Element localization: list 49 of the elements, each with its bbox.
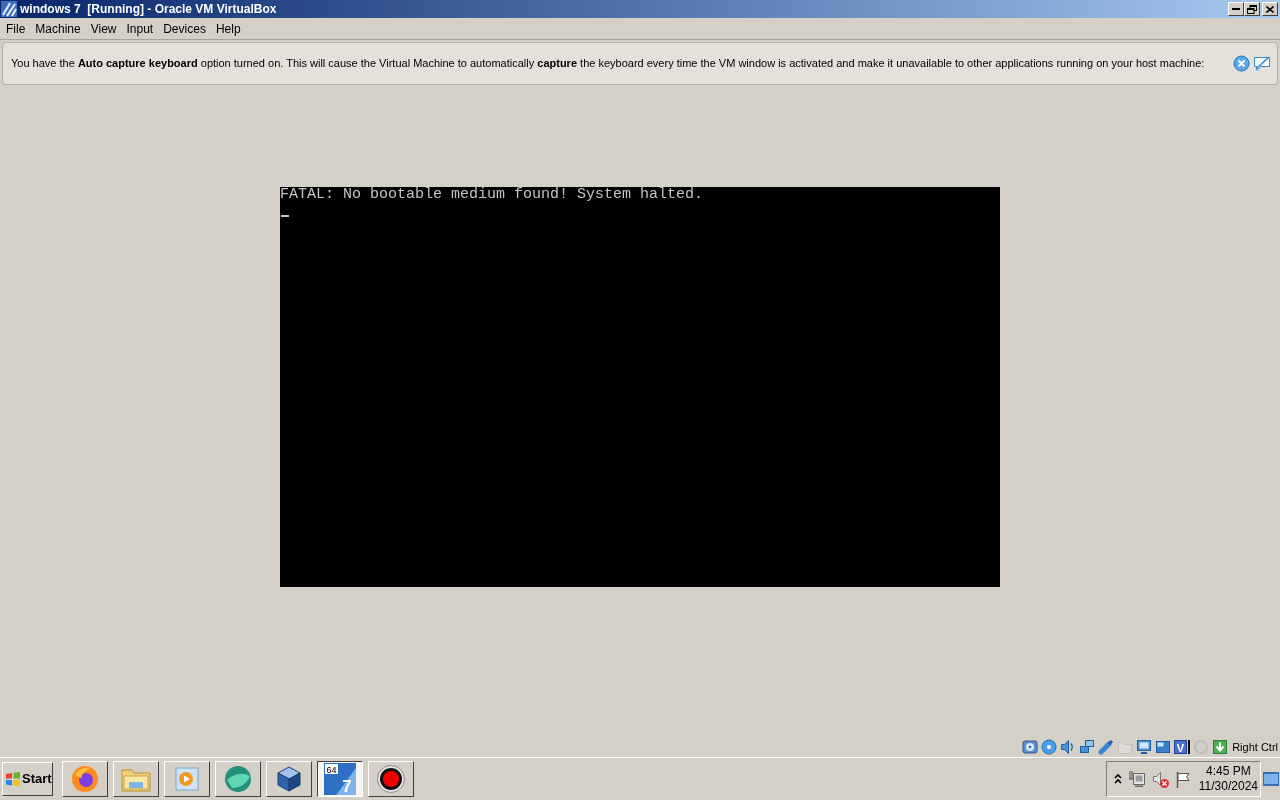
taskbar-button[interactable] — [113, 761, 159, 797]
restore-button[interactable] — [1244, 2, 1260, 16]
speaker-icon[interactable] — [1152, 770, 1169, 788]
flag-icon[interactable] — [1175, 770, 1191, 788]
letter-tile-icon[interactable]: V — [1174, 739, 1191, 755]
monitors-icon[interactable] — [1079, 739, 1096, 755]
menu-item[interactable]: Machine — [30, 19, 86, 38]
menu-item[interactable]: File — [1, 19, 31, 38]
console-text: FATAL: No bootable medium found! System halted. — [280, 187, 704, 202]
taskbar-button[interactable] — [368, 761, 414, 797]
minimize-button[interactable] — [1228, 2, 1244, 16]
folder-icon — [121, 766, 151, 792]
play-icon — [174, 766, 200, 792]
close-button[interactable] — [1262, 2, 1278, 16]
screen-icon — [1263, 772, 1279, 786]
clock-date[interactable]: 11/30/2024 — [1198, 779, 1258, 794]
window-title: windows 7 [Running] - Oracle VM VirtualBox — [20, 1, 277, 17]
minimize-icon — [1232, 8, 1240, 10]
notification-message: You have the Auto capture keyboard option turned on. This will cause the Virtual Machine to automatically capture the keyboard every time the VM window is activated and make it unavailable to other applications running on your host machine: — [11, 56, 1205, 72]
tile-icon: 64 7 — [324, 763, 356, 795]
taskbar-button[interactable] — [62, 761, 108, 797]
flag-icon — [5, 771, 21, 787]
chevron-icon[interactable] — [1114, 773, 1122, 785]
menu-item[interactable]: Help — [210, 19, 246, 38]
close-icon — [1266, 5, 1274, 13]
menu-item[interactable]: View — [85, 19, 122, 38]
taskbar-button[interactable]: 64 7 — [317, 761, 363, 797]
computer-icon[interactable] — [1128, 770, 1146, 788]
record-icon — [377, 765, 405, 793]
swirl-ball-icon — [71, 765, 99, 793]
screen-icon[interactable] — [1155, 739, 1172, 755]
monitor-icon[interactable] — [1136, 739, 1153, 755]
menu-item[interactable]: Input — [121, 19, 159, 38]
start-button[interactable]: Start — [2, 762, 53, 796]
clock-time[interactable]: 4:45 PM — [1206, 764, 1251, 779]
crossed-bubble-icon[interactable] — [1253, 55, 1271, 72]
taskbar-button[interactable] — [215, 761, 261, 797]
restore-icon — [1247, 4, 1257, 14]
disc-icon[interactable] — [1041, 739, 1058, 755]
taskbar-button[interactable] — [164, 761, 210, 797]
taskbar-button[interactable] — [266, 761, 312, 797]
cube-icon — [275, 765, 303, 793]
vm-screen[interactable]: FATAL: No bootable medium found! System halted. — [280, 187, 1000, 587]
close-icon[interactable] — [1233, 55, 1250, 72]
host-key-label: Right Ctrl — [1232, 739, 1278, 755]
sphere-icon — [224, 765, 252, 793]
plug-icon[interactable] — [1098, 739, 1115, 755]
menu-item[interactable]: Devices — [158, 19, 211, 38]
striped-tile-icon — [1, 1, 17, 17]
